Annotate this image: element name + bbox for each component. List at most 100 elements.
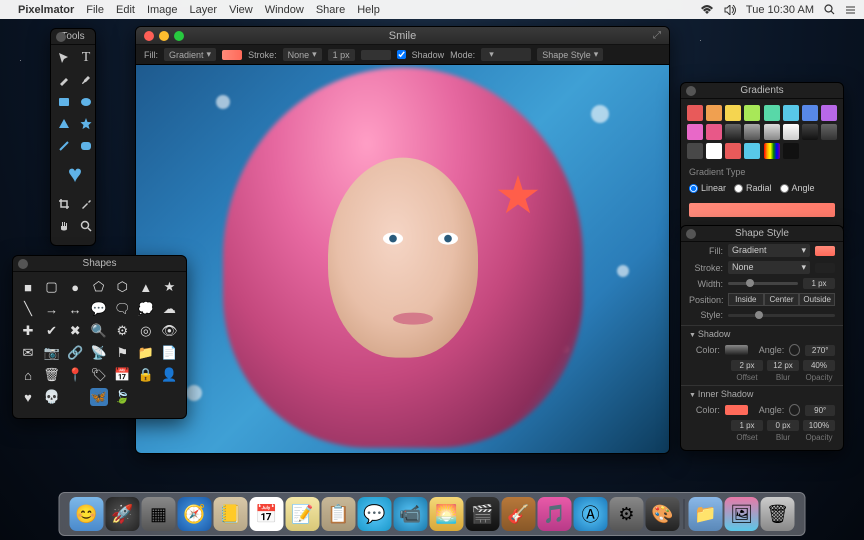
- shadow-opacity[interactable]: 40%: [803, 360, 835, 371]
- shape-skull[interactable]: 💀: [43, 388, 61, 406]
- menu-share[interactable]: Share: [316, 4, 345, 16]
- shape-hexagon[interactable]: ⬡: [113, 278, 131, 296]
- wifi-icon[interactable]: [700, 5, 714, 15]
- clock[interactable]: Tue 10:30 AM: [746, 4, 814, 16]
- position-segment[interactable]: InsideCenterOutside: [728, 293, 835, 306]
- shape-pin[interactable]: 📍: [66, 366, 84, 384]
- grad-swatch[interactable]: [783, 105, 799, 121]
- grad-swatch[interactable]: [802, 124, 818, 140]
- gradient-preview[interactable]: [689, 203, 835, 217]
- zoom-tool[interactable]: [77, 217, 95, 235]
- shape-rss[interactable]: 📡: [90, 344, 108, 362]
- menu-edit[interactable]: Edit: [116, 4, 135, 16]
- shape-cloud[interactable]: ☁: [160, 300, 178, 318]
- close-icon[interactable]: [18, 259, 28, 269]
- close-icon[interactable]: [686, 229, 696, 239]
- mode-select[interactable]: ▾: [481, 48, 531, 61]
- dock-imovie[interactable]: 🎬: [466, 497, 500, 531]
- dock-trash[interactable]: 🗑: [761, 497, 795, 531]
- grad-swatch[interactable]: [744, 143, 760, 159]
- shadow-blur[interactable]: 12 px: [767, 360, 799, 371]
- width-slider[interactable]: [728, 282, 798, 285]
- dock-doc[interactable]: 🖼: [725, 497, 759, 531]
- shadow-color[interactable]: [725, 345, 749, 355]
- fullscreen-icon[interactable]: ⤢: [653, 30, 661, 41]
- shape-trash[interactable]: 🗑: [43, 366, 61, 384]
- shape-doc[interactable]: 📄: [160, 344, 178, 362]
- text-tool[interactable]: T: [77, 49, 95, 67]
- fill-select[interactable]: Gradient▾: [164, 48, 216, 61]
- shape-rounded[interactable]: ▢: [43, 278, 61, 296]
- dock-messages[interactable]: 💬: [358, 497, 392, 531]
- stroke-select[interactable]: None▾: [283, 48, 322, 61]
- grad-swatch[interactable]: [725, 143, 741, 159]
- stroke-select[interactable]: None▾: [728, 261, 810, 274]
- pen-tool[interactable]: [55, 71, 73, 89]
- shape-camera[interactable]: 📷: [43, 344, 61, 362]
- brush-tool[interactable]: [77, 71, 95, 89]
- menu-window[interactable]: Window: [265, 4, 304, 16]
- rounded-tool[interactable]: [77, 137, 95, 155]
- shape-triangle[interactable]: ▲: [137, 278, 155, 296]
- volume-icon[interactable]: [724, 5, 736, 15]
- shape-check[interactable]: ✔: [43, 322, 61, 340]
- stroke-width[interactable]: 1 px: [328, 49, 355, 61]
- notification-icon[interactable]: [845, 5, 856, 15]
- dock-facetime[interactable]: 📹: [394, 497, 428, 531]
- grad-swatch[interactable]: [802, 105, 818, 121]
- grad-swatch[interactable]: [687, 124, 703, 140]
- grad-swatch[interactable]: [821, 124, 837, 140]
- close-icon[interactable]: [686, 86, 696, 96]
- dock-iphoto[interactable]: 🌅: [430, 497, 464, 531]
- menu-help[interactable]: Help: [357, 4, 380, 16]
- crop-tool[interactable]: [55, 195, 73, 213]
- close-icon[interactable]: [56, 32, 66, 42]
- inner-color[interactable]: [725, 405, 749, 415]
- shape-apple[interactable]: [66, 388, 84, 406]
- shape-flag[interactable]: ⚑: [113, 344, 131, 362]
- dock-appstore[interactable]: Ⓐ: [574, 497, 608, 531]
- dock-systemprefs[interactable]: ⚙: [610, 497, 644, 531]
- dock-notes[interactable]: 📝: [286, 497, 320, 531]
- dock-itunes[interactable]: 🎵: [538, 497, 572, 531]
- grad-swatch[interactable]: [783, 124, 799, 140]
- fill-select[interactable]: Gradient▾: [728, 244, 810, 257]
- inner-blur[interactable]: 0 px: [767, 420, 799, 431]
- shape-folder[interactable]: 📁: [137, 344, 155, 362]
- angle-dial[interactable]: [789, 404, 800, 416]
- shape-lock[interactable]: 🔒: [137, 366, 155, 384]
- shape-star[interactable]: ★: [160, 278, 178, 296]
- grad-swatch[interactable]: [706, 105, 722, 121]
- grad-swatch[interactable]: [764, 105, 780, 121]
- fill-swatch[interactable]: [815, 246, 835, 256]
- move-tool[interactable]: [55, 49, 73, 67]
- grad-linear[interactable]: Linear: [689, 183, 726, 193]
- shape-calendar[interactable]: 📅: [113, 366, 131, 384]
- width-value[interactable]: 1 px: [803, 278, 835, 289]
- grad-swatch[interactable]: [744, 105, 760, 121]
- shape-mail[interactable]: ✉: [19, 344, 37, 362]
- grad-radial[interactable]: Radial: [734, 183, 772, 193]
- menu-image[interactable]: Image: [147, 4, 178, 16]
- shape-arrow-r[interactable]: →: [43, 300, 61, 318]
- shapestyle-select[interactable]: Shape Style▾: [537, 48, 603, 61]
- line-tool[interactable]: [55, 137, 73, 155]
- dock-downloads[interactable]: 📁: [689, 497, 723, 531]
- angle-dial[interactable]: [789, 344, 800, 356]
- heart-shape[interactable]: ♥: [55, 161, 95, 189]
- window-minimize[interactable]: [159, 31, 169, 41]
- shape-person[interactable]: 👤: [160, 366, 178, 384]
- grad-swatch[interactable]: [764, 143, 780, 159]
- grad-swatch[interactable]: [783, 143, 799, 159]
- shape-search[interactable]: 🔍: [90, 322, 108, 340]
- dock-pixelmator[interactable]: 🎨: [646, 497, 680, 531]
- shape-square[interactable]: ■: [19, 278, 37, 296]
- grad-swatch[interactable]: [744, 124, 760, 140]
- grad-swatch[interactable]: [764, 124, 780, 140]
- shape-speech2[interactable]: 🗨: [113, 300, 131, 318]
- eyedropper-tool[interactable]: [77, 195, 95, 213]
- shape-thought[interactable]: 💭: [137, 300, 155, 318]
- dock-contacts[interactable]: 📒: [214, 497, 248, 531]
- grad-swatch[interactable]: [687, 105, 703, 121]
- shape-arrow-lr[interactable]: ↔: [66, 300, 84, 318]
